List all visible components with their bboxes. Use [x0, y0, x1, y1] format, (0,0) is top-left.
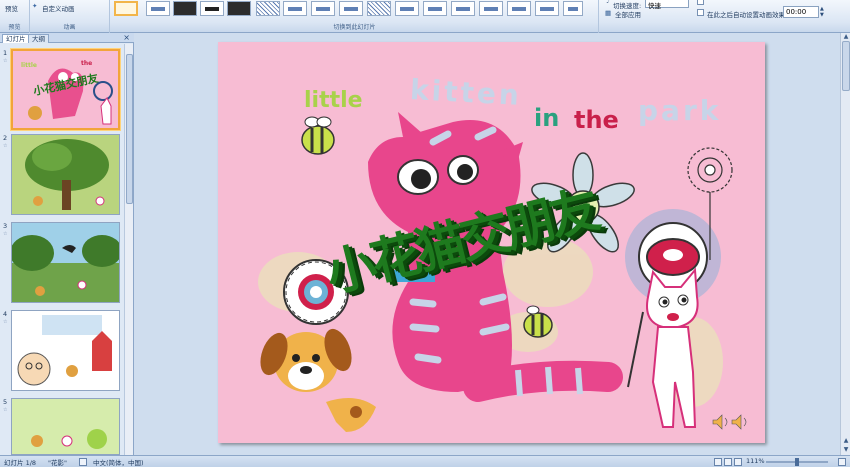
animation-star-icon: ☆	[3, 143, 8, 149]
prev-slide-icon[interactable]: ▲	[842, 437, 850, 445]
slide-word-little: little	[304, 88, 363, 113]
slide-thumbnail-art	[17, 315, 112, 386]
slide-thumbnail[interactable]	[11, 134, 120, 215]
animation-star-icon: ☆	[3, 319, 8, 325]
transition-cut-black[interactable]	[227, 1, 251, 16]
slide-thumbnail-art	[12, 223, 119, 302]
slide-thumbnail-art: little the 小花猫交朋友	[21, 60, 113, 125]
group-label-preview: 预览	[8, 24, 21, 31]
group-label-transitions: 切换到此幻灯片	[333, 24, 376, 31]
group-label-animation: 动画	[63, 24, 76, 31]
on-click-checkbox[interactable]	[697, 0, 704, 5]
animation-star-icon: ☆	[3, 407, 8, 413]
editor-scrollbar[interactable]: ▲ ▲ ▼	[840, 33, 850, 455]
slide-number: 2	[3, 134, 8, 142]
auto-after-time-input[interactable]: 00:00	[783, 6, 819, 18]
transition-black[interactable]	[173, 1, 197, 16]
slide-thumbnail[interactable]: little the 小花猫交朋友	[11, 49, 120, 130]
editor-scroll-thumb[interactable]	[842, 41, 850, 91]
next-slide-icon[interactable]: ▼	[842, 446, 850, 454]
slide-number: 5	[3, 398, 8, 406]
transition-wipe-up[interactable]	[311, 1, 335, 16]
status-bar: 幻灯片 1/8 "花影" 中文(简体，中国) 111%	[0, 455, 850, 467]
slide-thumbnail-art	[12, 399, 119, 454]
transition-checker[interactable]	[367, 1, 391, 16]
spellcheck-icon[interactable]	[79, 458, 87, 466]
apply-all-button[interactable]: 全部应用	[615, 9, 641, 19]
transition-cover[interactable]	[451, 1, 475, 16]
transition-more[interactable]	[563, 1, 583, 16]
transition-wipe-right[interactable]	[339, 1, 363, 16]
svg-text:the: the	[81, 60, 92, 67]
dog-art	[260, 328, 376, 432]
slide-number: 3	[3, 222, 8, 230]
close-pane-icon[interactable]: ×	[123, 33, 130, 42]
animation-star-icon: ☆	[3, 231, 8, 237]
zoom-level[interactable]: 111%	[746, 457, 765, 465]
apply-all-icon: ▦	[605, 9, 612, 17]
transition-sound-label: ♪	[606, 0, 611, 5]
tab-slides[interactable]: 幻灯片	[2, 34, 30, 43]
transition-fade[interactable]	[146, 1, 170, 16]
transition-wipe-down[interactable]	[283, 1, 307, 16]
ribbon-group-preview: 预览 预览	[0, 0, 30, 33]
time-spinner[interactable]: ▲ ▼	[820, 6, 826, 18]
animation-star-icon: ☆	[3, 58, 8, 64]
transition-shape[interactable]	[423, 1, 447, 16]
ribbon-group-animation: ✦ 自定义动画 动画	[30, 0, 110, 33]
preview-button[interactable]: 预览	[5, 3, 18, 13]
zoom-slider-knob[interactable]	[795, 458, 799, 466]
bee-right	[523, 305, 553, 338]
slides-pane-scrollbar[interactable]	[124, 44, 133, 455]
slide-thumbnail[interactable]	[11, 222, 120, 303]
scroll-up-icon[interactable]: ▲	[842, 33, 850, 41]
transition-strips[interactable]	[507, 1, 531, 16]
normal-view-icon[interactable]	[714, 458, 722, 466]
transition-push[interactable]	[479, 1, 503, 16]
slide-canvas[interactable]: little kitten in the park 小花猫交朋友	[218, 42, 765, 443]
ribbon-group-transitions: 切换到此幻灯片	[111, 0, 599, 33]
custom-animation-button[interactable]: 自定义动画	[42, 3, 75, 13]
slide-thumbnail-art	[12, 135, 119, 214]
pane-tabs: 幻灯片 大纲 ×	[0, 33, 134, 43]
bee-left	[301, 116, 335, 155]
transition-none[interactable]	[114, 1, 138, 16]
svg-text:little: little	[21, 62, 37, 69]
slide-thumbnail[interactable]	[11, 398, 120, 455]
slide-word-in: in	[534, 104, 560, 132]
slide-thumbnail[interactable]	[11, 310, 120, 391]
status-slide-info: 幻灯片 1/8	[4, 459, 37, 467]
status-theme: "花影"	[48, 459, 67, 467]
slides-pane-scroll-thumb[interactable]	[126, 54, 133, 204]
slide-number: 4	[3, 310, 8, 318]
slides-pane: 幻灯片 大纲 × 1 ☆ little the 小花猫交朋友 2 ☆ 3 ☆ 4…	[0, 33, 134, 455]
slide-sorter-view-icon[interactable]	[724, 458, 732, 466]
slide-word-kitten: kitten	[409, 73, 523, 112]
auto-after-label: 在此之后自动设置动画效果:	[707, 11, 788, 19]
tab-outline[interactable]: 大纲	[28, 34, 49, 43]
white-cat-art	[627, 267, 699, 428]
auto-after-checkbox[interactable]	[697, 9, 704, 16]
transition-speed-select[interactable]: 快速	[645, 0, 689, 10]
slideshow-view-icon[interactable]	[734, 458, 742, 466]
custom-animation-icon: ✦	[32, 2, 38, 10]
slide-number: 1	[3, 49, 8, 57]
ribbon: 预览 预览 ✦ 自定义动画 动画 切换到此幻灯片 ♪ 切换速度: 快速 ▦ 全部…	[0, 0, 850, 33]
slide-word-park: park	[638, 94, 722, 127]
transition-random[interactable]	[535, 1, 559, 16]
status-language: 中文(简体，中国)	[93, 459, 144, 467]
transition-dissolve[interactable]	[256, 1, 280, 16]
speaker-icons	[712, 414, 747, 430]
transition-split[interactable]	[395, 1, 419, 16]
transition-cut[interactable]	[200, 1, 224, 16]
fit-to-window-icon[interactable]	[838, 458, 846, 466]
slide-word-the: the	[574, 106, 619, 134]
